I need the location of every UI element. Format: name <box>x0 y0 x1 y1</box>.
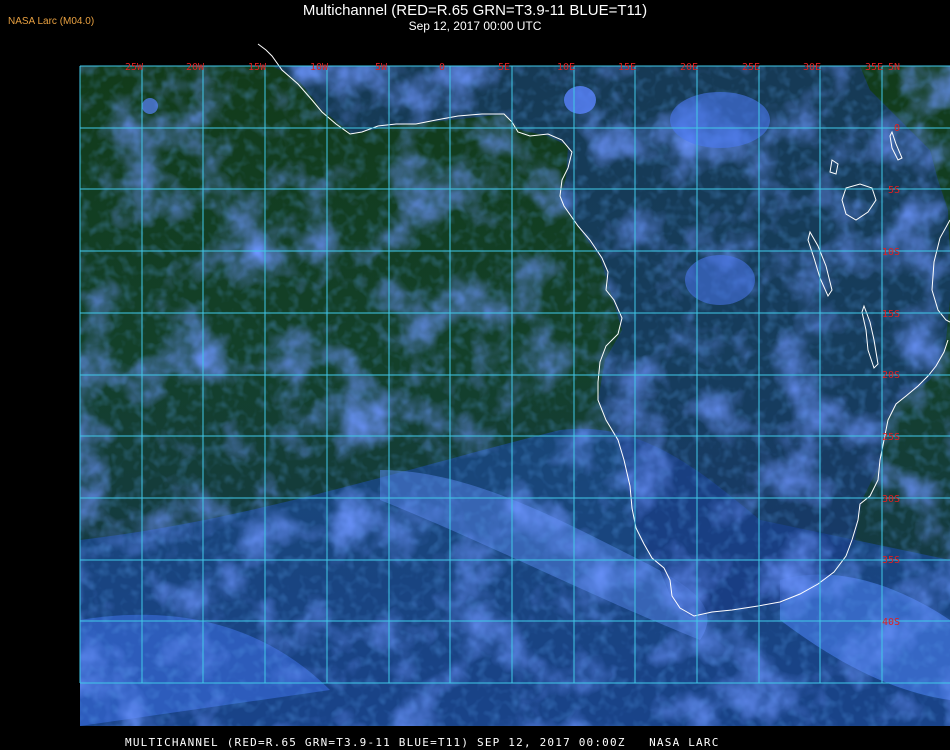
latitude-label: 5S <box>888 185 900 196</box>
longitude-label: 30E <box>803 62 821 73</box>
latitude-label: 25S <box>882 432 900 443</box>
longitude-label: 10E <box>557 62 575 73</box>
longitude-label: 5E <box>498 62 510 73</box>
latitude-label: 30S <box>882 494 900 505</box>
latitude-label: 20S <box>882 370 900 381</box>
latitude-label: 5N <box>888 62 900 73</box>
longitude-label: 0 <box>439 62 445 73</box>
latitude-label: 35S <box>882 555 900 566</box>
latitude-label: 0 <box>894 123 900 134</box>
footer-caption: MULTICHANNEL (RED=R.65 GRN=T3.9-11 BLUE=… <box>125 736 720 749</box>
latitude-label: 15S <box>882 309 900 320</box>
longitude-label: 5W <box>375 62 388 73</box>
longitude-label: 35E <box>865 62 883 73</box>
longitude-label: 15E <box>618 62 636 73</box>
longitude-label: 10W <box>310 62 329 73</box>
longitude-label: 20W <box>186 62 205 73</box>
satellite-map[interactable]: 25W 20W 15W 10W 5W 0 5E 10E 15E 20E 25E 30E 35E 5N 0 5… <box>0 0 950 750</box>
longitude-label: 20E <box>680 62 698 73</box>
latitude-label: 10S <box>882 247 900 258</box>
longitude-label: 15W <box>248 62 267 73</box>
latitude-label: 40S <box>882 617 900 628</box>
longitude-label: 25W <box>125 62 144 73</box>
longitude-label: 25E <box>742 62 760 73</box>
